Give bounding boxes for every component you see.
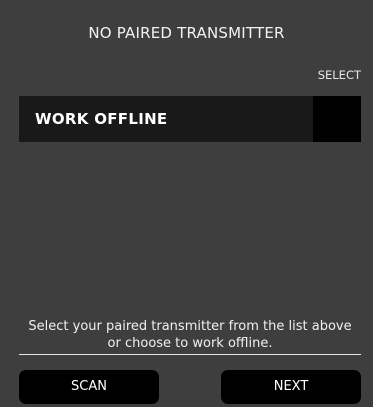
list-item-work-offline[interactable]: WORK OFFLINE [19,96,361,142]
next-button[interactable]: NEXT [221,370,361,404]
row-select-box[interactable] [313,96,361,142]
list-item-label: WORK OFFLINE [35,110,168,128]
divider [19,354,361,355]
instruction-text: Select your paired transmitter from the … [28,319,352,351]
scan-button[interactable]: SCAN [19,370,159,404]
page-title: NO PAIRED TRANSMITTER [88,24,285,42]
no-paired-transmitter-screen: NO PAIRED TRANSMITTER SELECT WORK OFFLIN… [0,0,373,407]
select-column-header: SELECT [317,68,361,82]
